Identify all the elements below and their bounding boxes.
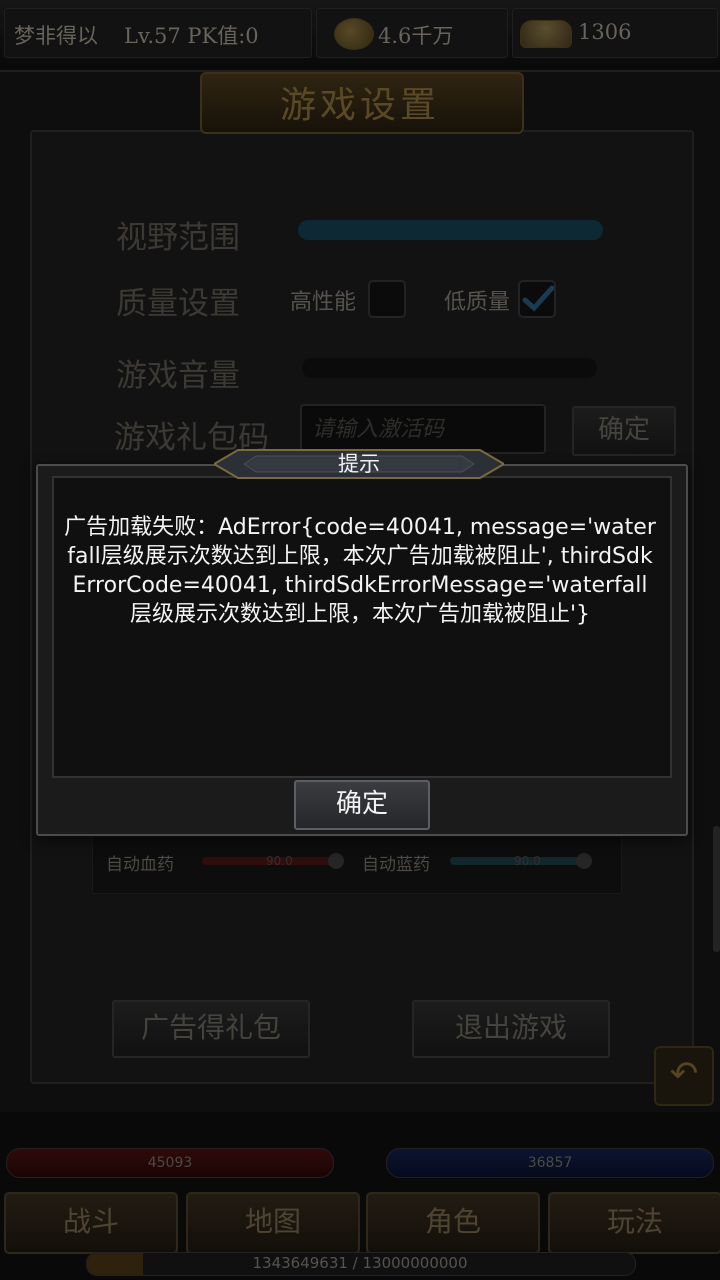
dialog-ok-button[interactable]: 确定 xyxy=(294,780,430,830)
dialog-title: 提示 xyxy=(338,452,380,476)
dialog-message: 广告加载失败：AdError{code=40041, message='wate… xyxy=(64,515,656,627)
